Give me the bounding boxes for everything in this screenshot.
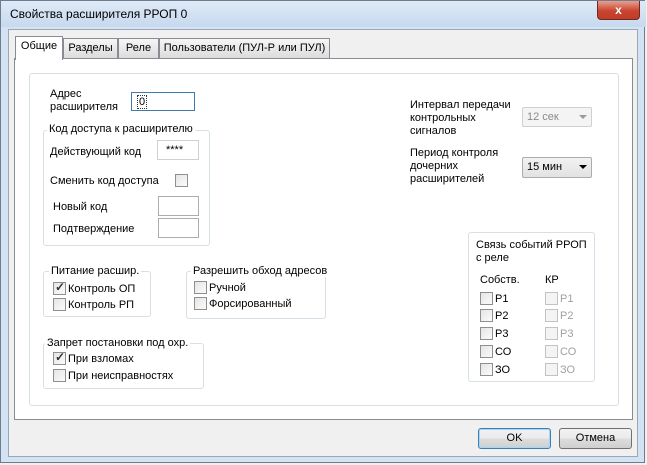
change-code-label: Сменить код доступа xyxy=(50,175,159,187)
period-label-line2: дочерних xyxy=(410,160,458,172)
kr-r1-checkbox xyxy=(545,292,558,305)
tab-label: Реле xyxy=(125,42,152,54)
relay-link-title-line2: с реле xyxy=(476,252,509,264)
address-value: 0 xyxy=(137,95,148,109)
current-code-value: **** xyxy=(166,144,184,156)
close-icon: x xyxy=(615,3,622,17)
change-code-checkbox[interactable] xyxy=(175,174,188,187)
own-r2-label: Р2 xyxy=(495,310,509,322)
period-label-line3: расширителей xyxy=(410,173,485,185)
chevron-down-icon xyxy=(579,165,587,169)
tab-general[interactable]: Общие xyxy=(15,36,63,60)
confirm-code-input[interactable] xyxy=(158,218,199,238)
arming-group-title: Запрет постановки под охр. xyxy=(45,337,191,349)
control-op-label: Контроль ОП xyxy=(68,283,136,295)
tab-relay[interactable]: Реле xyxy=(118,38,159,58)
arming-group xyxy=(43,343,204,389)
kr-r2-checkbox xyxy=(545,309,558,322)
cancel-button[interactable]: Отмена xyxy=(559,428,632,449)
current-code-label: Действующий код xyxy=(50,146,142,158)
title-bar[interactable]: Свойства расширителя РРОП 0 x xyxy=(1,1,646,27)
kr-r3-checkbox xyxy=(545,327,558,340)
period-value: 15 мин xyxy=(527,161,563,173)
kr-co-checkbox xyxy=(545,345,558,358)
own-r1-label: Р1 xyxy=(495,293,509,305)
kr-r3-label: Р3 xyxy=(560,328,574,340)
own-column-header: Собств. xyxy=(480,274,520,286)
chevron-down-icon xyxy=(579,115,587,119)
kr-zo-checkbox xyxy=(545,363,558,376)
interval-label-line1: Интервал передачи xyxy=(410,99,511,111)
bypass-manual-checkbox[interactable] xyxy=(194,281,207,294)
window-title: Свойства расширителя РРОП 0 xyxy=(10,7,188,21)
bypass-manual-label: Ручной xyxy=(209,282,246,294)
confirm-code-label: Подтверждение xyxy=(53,223,135,235)
control-op-checkbox[interactable] xyxy=(53,280,66,295)
address-input[interactable]: 0 xyxy=(131,92,195,111)
address-label-line1: Адрес xyxy=(50,88,82,100)
own-r2-checkbox[interactable] xyxy=(480,309,493,322)
power-group-title: Питание расшир. xyxy=(49,265,142,277)
interval-value: 12 сек xyxy=(527,111,559,123)
control-rp-checkbox[interactable] xyxy=(53,298,66,311)
new-code-input[interactable] xyxy=(158,196,199,216)
address-label-line2: расширителя xyxy=(50,101,119,113)
bypass-group xyxy=(186,271,326,319)
own-r3-label: Р3 xyxy=(495,328,509,340)
bypass-forced-checkbox[interactable] xyxy=(194,297,207,310)
arming-break-in-label: При взломах xyxy=(68,353,134,365)
tab-label: Общие xyxy=(20,40,58,52)
tab-users[interactable]: Пользователи (ПУЛ-Р или ПУЛ) xyxy=(159,38,330,58)
close-button[interactable]: x xyxy=(597,1,640,20)
own-zo-checkbox[interactable] xyxy=(480,363,493,376)
tab-label: Разделы xyxy=(68,42,113,54)
own-r1-checkbox[interactable] xyxy=(480,292,493,305)
kr-r1-label: Р1 xyxy=(560,293,574,305)
arming-fault-checkbox[interactable] xyxy=(53,369,66,382)
access-code-group-title: Код доступа к расширителю xyxy=(47,123,195,135)
new-code-label: Новый код xyxy=(53,201,108,213)
control-rp-label: Контроль РП xyxy=(68,299,135,311)
kr-co-label: СО xyxy=(560,346,577,358)
tab-label: Пользователи (ПУЛ-Р или ПУЛ) xyxy=(163,42,326,54)
period-select[interactable]: 15 мин xyxy=(522,157,592,178)
bypass-forced-label: Форсированный xyxy=(209,298,292,310)
interval-select: 12 сек xyxy=(522,107,592,127)
ok-button[interactable]: OK xyxy=(478,428,551,449)
kr-zo-label: ЗО xyxy=(560,364,576,376)
kr-column-header: КР xyxy=(545,274,559,286)
current-code-field: **** xyxy=(157,140,199,160)
own-co-checkbox[interactable] xyxy=(480,345,493,358)
tab-sections[interactable]: Разделы xyxy=(63,38,118,58)
own-r3-checkbox[interactable] xyxy=(480,327,493,340)
interval-label-line3: сигналов xyxy=(410,125,457,137)
own-zo-label: ЗО xyxy=(495,364,511,376)
arming-break-in-checkbox[interactable] xyxy=(53,350,66,365)
bypass-group-title: Разрешить обход адресов xyxy=(191,265,330,277)
own-co-label: СО xyxy=(495,346,512,358)
relay-link-title-line1: Связь событий РРОП xyxy=(474,239,589,251)
kr-r2-label: Р2 xyxy=(560,310,574,322)
arming-fault-label: При неисправностях xyxy=(68,370,174,382)
period-label-line1: Период контроля xyxy=(410,147,499,159)
interval-label-line2: контрольных xyxy=(410,112,476,124)
